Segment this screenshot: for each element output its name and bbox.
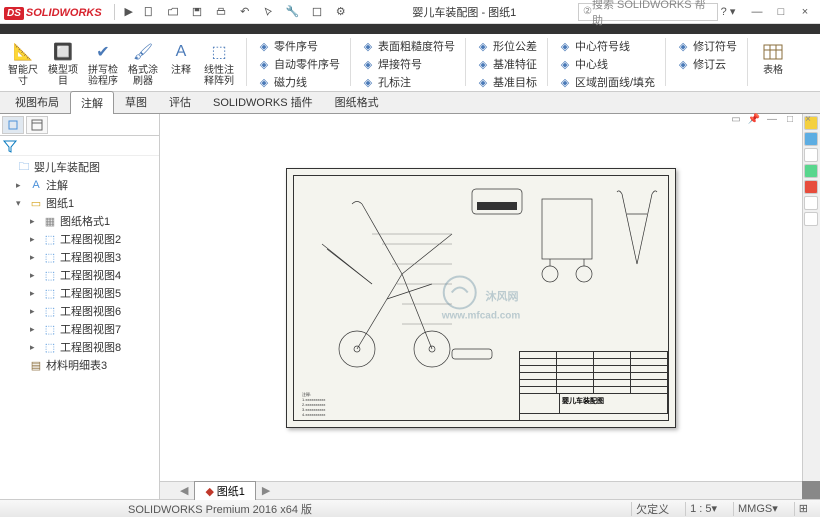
ribbon-big-4[interactable]: A注释 bbox=[166, 38, 196, 78]
status-icon[interactable]: ⊞ bbox=[794, 502, 812, 516]
sheet-add-icon[interactable]: ▶ bbox=[262, 484, 270, 497]
doc-minimize-button[interactable]: — bbox=[764, 112, 780, 126]
ribbon-col5-0[interactable]: ◈修订符号 bbox=[676, 38, 737, 54]
tree-item-7[interactable]: ▸⬚工程图视图8 bbox=[2, 338, 157, 356]
app-logo: DSSOLIDWORKS bbox=[4, 4, 102, 19]
print-icon[interactable] bbox=[211, 3, 231, 21]
command-tab-1[interactable]: 注解 bbox=[70, 91, 114, 114]
select-icon[interactable] bbox=[259, 3, 279, 21]
canvas-viewport[interactable]: 沐风网 www.mfcad.com 婴儿车装配图 注释:1.xxxxxxxxxx… bbox=[160, 114, 802, 481]
ribbon-big-1[interactable]: 🔲模型项目 bbox=[46, 38, 80, 89]
drawing-title: 婴儿车装配图 bbox=[560, 394, 668, 413]
new-icon[interactable] bbox=[139, 3, 159, 21]
command-tab-4[interactable]: SOLIDWORKS 插件 bbox=[202, 90, 324, 113]
command-tab-0[interactable]: 视图布局 bbox=[4, 90, 70, 113]
main-area: 🗀婴儿车装配图▸A注解▾▭图纸1▸▦图纸格式1▸⬚工程图视图2▸⬚工程图视图3▸… bbox=[0, 114, 820, 499]
maximize-button[interactable]: □ bbox=[770, 4, 792, 20]
drawing-notes: 注释:1.xxxxxxxxxx2.xxxxxxxxxx3.xxxxxxxxxx4… bbox=[302, 392, 325, 417]
sheet-nav-left[interactable]: ◀ bbox=[180, 484, 188, 497]
ribbon-col5-1[interactable]: ◈修订云 bbox=[676, 56, 737, 72]
appearances-icon[interactable] bbox=[804, 196, 818, 210]
tree-item-4[interactable]: ▸⬚工程图视图5 bbox=[2, 284, 157, 302]
tree-item-1[interactable]: ▸⬚工程图视图2 bbox=[2, 230, 157, 248]
open-icon[interactable] bbox=[163, 3, 183, 21]
tree-item-0[interactable]: ▸▦图纸格式1 bbox=[2, 212, 157, 230]
document-window-controls: ▭ 📌 — □ × bbox=[728, 112, 816, 126]
drawing-sheet[interactable]: 沐风网 www.mfcad.com 婴儿车装配图 注释:1.xxxxxxxxxx… bbox=[286, 168, 676, 428]
doc-close-button[interactable]: × bbox=[800, 112, 816, 126]
help-search-input[interactable]: ② 搜索 SOLIDWORKS 帮助 bbox=[578, 3, 718, 21]
status-units[interactable]: MMGS ▾ bbox=[733, 502, 782, 516]
ribbon-col1-1[interactable]: ◈自动零件序号 bbox=[257, 56, 340, 72]
ribbon-col2-1[interactable]: ◈焊接符号 bbox=[361, 56, 455, 72]
document-title: 婴儿车装配图 - 图纸1 bbox=[351, 4, 578, 20]
ribbon-col3-1[interactable]: ◈基准特征 bbox=[476, 56, 537, 72]
ribbon-col4-1[interactable]: ◈中心线 bbox=[558, 56, 655, 72]
ribbon-col3-0[interactable]: ◈形位公差 bbox=[476, 38, 537, 54]
status-bar: SOLIDWORKS Premium 2016 x64 版 欠定义 1 : 5 … bbox=[0, 499, 820, 517]
properties-icon[interactable] bbox=[804, 212, 818, 226]
view-palette-icon[interactable] bbox=[804, 180, 818, 194]
ribbon-col4-0[interactable]: ◈中心符号线 bbox=[558, 38, 655, 54]
tree-annotations[interactable]: ▸A注解 bbox=[2, 176, 157, 194]
settings-icon[interactable]: ⚙ bbox=[331, 3, 351, 21]
tables-button[interactable]: 表格 bbox=[758, 38, 788, 87]
quick-access-toolbar: ↶ 🔧 ⚙ bbox=[139, 3, 351, 21]
minimize-button[interactable]: — bbox=[746, 4, 768, 20]
command-tab-2[interactable]: 草图 bbox=[114, 90, 158, 113]
tree-item-5[interactable]: ▸⬚工程图视图6 bbox=[2, 302, 157, 320]
doc-ribbon-icon[interactable]: ▭ bbox=[728, 112, 744, 126]
ribbon-col3-2[interactable]: ◈基准目标 bbox=[476, 74, 537, 90]
save-icon[interactable] bbox=[187, 3, 207, 21]
status-define: 欠定义 bbox=[631, 502, 673, 516]
doc-pin-icon[interactable]: 📌 bbox=[746, 112, 762, 126]
ribbon-big-2[interactable]: ✔拼写检验程序 bbox=[86, 38, 120, 89]
tree-item-6[interactable]: ▸⬚工程图视图7 bbox=[2, 320, 157, 338]
drawing-canvas-area: 沐风网 www.mfcad.com 婴儿车装配图 注释:1.xxxxxxxxxx… bbox=[160, 114, 820, 499]
doc-maximize-button[interactable]: □ bbox=[782, 112, 798, 126]
ribbon-col4-2[interactable]: ◈区域剖面线/填充 bbox=[558, 74, 655, 90]
feature-tree-tab[interactable] bbox=[2, 116, 24, 134]
tree-item-2[interactable]: ▸⬚工程图视图3 bbox=[2, 248, 157, 266]
version-label: SOLIDWORKS Premium 2016 x64 版 bbox=[8, 501, 631, 517]
task-pane-toolbar bbox=[802, 114, 820, 481]
ribbon-big-5[interactable]: ⬚线性注释阵列 bbox=[202, 38, 236, 89]
ribbon-col2-0[interactable]: ◈表面粗糙度符号 bbox=[361, 38, 455, 54]
ribbon: 📐智能尺寸🔲模型项目✔拼写检验程序🖌格式涂刷器A注释⬚线性注释阵列 ◈零件序号 ◈… bbox=[0, 34, 820, 92]
tree-root[interactable]: 🗀婴儿车装配图 bbox=[2, 158, 157, 176]
ribbon-big-3[interactable]: 🖌格式涂刷器 bbox=[126, 38, 160, 89]
feature-manager-panel: 🗀婴儿车装配图▸A注解▾▭图纸1▸▦图纸格式1▸⬚工程图视图2▸⬚工程图视图3▸… bbox=[0, 114, 160, 499]
undo-icon[interactable]: ↶ bbox=[235, 3, 255, 21]
sheet-tab-1[interactable]: ◆ 图纸1 bbox=[194, 481, 255, 500]
ribbon-col1-0[interactable]: ◈零件序号 bbox=[257, 38, 340, 54]
command-tab-5[interactable]: 图纸格式 bbox=[324, 90, 390, 113]
tree-sheet[interactable]: ▾▭图纸1 bbox=[2, 194, 157, 212]
property-tab[interactable] bbox=[26, 116, 48, 134]
filter-bar[interactable] bbox=[0, 136, 159, 156]
ribbon-big-0[interactable]: 📐智能尺寸 bbox=[6, 38, 40, 89]
ribbon-col2-2[interactable]: ◈孔标注 bbox=[361, 74, 455, 90]
rebuild-icon[interactable]: 🔧 bbox=[283, 3, 303, 21]
close-button[interactable]: × bbox=[794, 4, 816, 20]
titlebar: DSSOLIDWORKS ▶ ↶ 🔧 ⚙ 婴儿车装配图 - 图纸1 ② 搜索 S… bbox=[0, 0, 820, 24]
status-scale[interactable]: 1 : 5 ▾ bbox=[685, 502, 721, 516]
triangle-icon[interactable]: ▶ bbox=[119, 3, 139, 21]
title-block: 婴儿车装配图 bbox=[519, 351, 669, 421]
resources-icon[interactable] bbox=[804, 132, 818, 146]
command-tab-3[interactable]: 评估 bbox=[158, 90, 202, 113]
library-icon[interactable] bbox=[804, 148, 818, 162]
command-tab-bar: 视图布局注解草图评估SOLIDWORKS 插件图纸格式 bbox=[0, 92, 820, 114]
tree-bom[interactable]: ▤材料明细表3 bbox=[2, 356, 157, 374]
explorer-icon[interactable] bbox=[804, 164, 818, 178]
tree-item-3[interactable]: ▸⬚工程图视图4 bbox=[2, 266, 157, 284]
ribbon-col1-2[interactable]: ◈磁力线 bbox=[257, 74, 340, 90]
feature-tree: 🗀婴儿车装配图▸A注解▾▭图纸1▸▦图纸格式1▸⬚工程图视图2▸⬚工程图视图3▸… bbox=[0, 156, 159, 499]
help-dropdown-icon[interactable]: ? ▾ bbox=[718, 3, 738, 21]
options-icon[interactable] bbox=[307, 3, 327, 21]
panel-tab-strip bbox=[0, 114, 159, 136]
sheet-tab-bar: ◀ ◆ 图纸1 ▶ bbox=[160, 481, 802, 499]
